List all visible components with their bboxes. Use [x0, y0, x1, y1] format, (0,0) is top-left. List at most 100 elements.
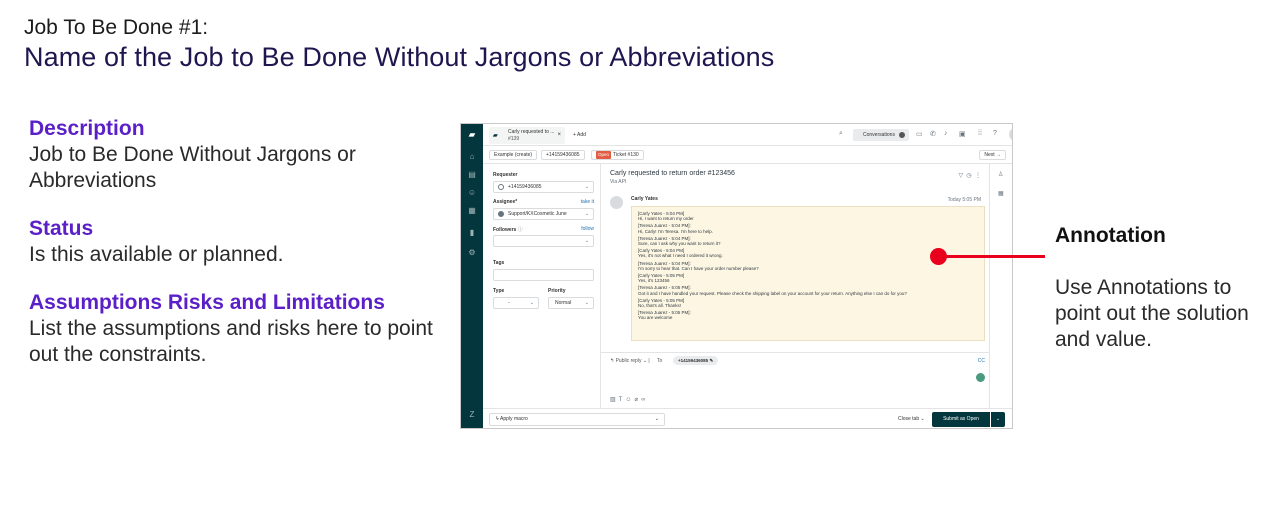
ticket-subject: Carly requested to return order #123456: [610, 170, 735, 177]
crumb-ticket[interactable]: Open Ticket #130: [591, 150, 644, 160]
chevron-down-icon: ⌄: [584, 184, 589, 190]
requester-field[interactable]: +14159436085 ⌄: [493, 181, 594, 193]
reply-mode-dropdown[interactable]: ↰ Public reply ⌄ |: [610, 358, 650, 364]
message-bubble: [Carly Yates - 5:04 PM] Hi, I want to ret…: [631, 206, 985, 341]
type-value: -: [508, 300, 510, 306]
crumb-phone[interactable]: +14159436085: [541, 150, 585, 160]
left-column: Description Job to Be Done Without Jargo…: [29, 116, 439, 390]
conversations-button[interactable]: Conversations: [853, 129, 909, 141]
app-logo-icon: ▰: [468, 130, 476, 139]
requester-value: +14159436085: [508, 184, 542, 190]
description-body: Job to Be Done Without Jargons or Abbrev…: [29, 143, 356, 192]
chat-icon[interactable]: ▭: [916, 130, 923, 138]
format-icon[interactable]: ▨: [610, 397, 619, 403]
settings-icon[interactable]: ⚙: [467, 248, 477, 258]
tags-field[interactable]: [493, 269, 594, 281]
grammarly-icon[interactable]: [976, 373, 985, 382]
type-label: Type: [493, 288, 505, 294]
reporting-icon[interactable]: ▮: [467, 228, 477, 238]
submit-button[interactable]: Submit as Open: [932, 412, 990, 427]
notification-icon[interactable]: ♪: [944, 130, 948, 137]
message-author: Carly Yates: [631, 196, 658, 202]
search-icon[interactable]: ⌕: [839, 130, 843, 138]
message-text: Hi, I want to return my order: [638, 216, 694, 222]
customers-icon[interactable]: ☺: [467, 188, 477, 198]
status-heading: Status: [29, 217, 94, 240]
views-icon[interactable]: ▤: [467, 170, 477, 180]
submit-options-button[interactable]: ⌄: [991, 412, 1005, 427]
top-bar: ▰ Carly requested to ... #139 × + Add ⌕ …: [483, 124, 1012, 146]
annotation-title: Annotation: [1055, 224, 1166, 247]
crumb-example[interactable]: Example (create): [489, 150, 538, 160]
assumptions-heading: Assumptions Risks and Limitations: [29, 291, 385, 314]
apply-macro-dropdown[interactable]: ϟ Apply macro ⌄: [489, 413, 665, 426]
type-field[interactable]: - ⌄: [493, 297, 539, 309]
assignee-label: Assignee*: [493, 199, 518, 205]
followers-label-text: Followers: [493, 227, 517, 233]
requester-label: Requester: [493, 172, 518, 178]
reply-mode-label: Public reply: [615, 358, 642, 364]
marketplace-icon[interactable]: ▣: [959, 130, 966, 138]
followers-label: Followers ⓘ: [493, 226, 523, 233]
status-badge: Open: [596, 151, 612, 159]
priority-value: Normal: [555, 300, 572, 306]
chevron-down-icon: ⌄: [584, 238, 589, 244]
cc-link[interactable]: CC: [978, 358, 985, 364]
close-tab-label: Close tab: [898, 416, 920, 422]
annotation-body: Use Annotations to point out the solutio…: [1055, 276, 1249, 351]
tab-ticket-icon: ▰: [493, 133, 498, 139]
home-icon[interactable]: ⌂: [467, 152, 477, 162]
composer-toolbar: ▨T☺⌀∞: [610, 396, 648, 403]
take-it-link[interactable]: take it: [581, 199, 594, 205]
product-logo-icon: Z: [469, 410, 475, 419]
user-profile-icon[interactable]: ♙: [998, 171, 1003, 178]
bottom-bar: ϟ Apply macro ⌄ Close tab ⌄ Submit as Ope…: [483, 408, 1012, 428]
conversations-label: Conversations: [863, 132, 895, 138]
ticket-channel: Via API: [610, 179, 627, 185]
nav-rail: ▰ ⌂ ▤ ☺ ▦ ▮ ⚙ Z: [461, 124, 483, 428]
chevron-down-icon: ⌄: [529, 300, 534, 306]
recipient-chip[interactable]: +14159436085 ✎: [673, 356, 719, 365]
chevron-down-icon: ⌄: [654, 416, 659, 422]
message-text: No, that's all. Thanks!: [638, 303, 682, 309]
conversation-actions[interactable]: ▽ ◷ ⋮: [958, 172, 981, 179]
breadcrumb: Example (create) +14159436085 Open Ticket…: [483, 146, 1012, 164]
followers-field[interactable]: ⌄: [493, 235, 594, 247]
message-text: Yes, it's not what I need I ordered it w…: [638, 253, 723, 259]
next-button[interactable]: Next →: [979, 150, 1006, 160]
assignee-icon: [498, 211, 504, 217]
phone-icon[interactable]: ✆: [930, 130, 936, 138]
user-avatar[interactable]: [1009, 128, 1012, 141]
macro-icon: ϟ: [496, 416, 499, 422]
more-icon[interactable]: ⋮: [975, 173, 981, 179]
link-icon[interactable]: ∞: [641, 397, 648, 403]
message-text: Hi, Carly! I'm Teresa. I'm here to help.: [638, 228, 713, 234]
follow-link[interactable]: follow: [581, 226, 594, 232]
assignee-field[interactable]: Support/KXCosmetic June ⌄: [493, 208, 594, 220]
organizations-icon[interactable]: ▦: [467, 206, 477, 216]
close-tab-dropdown[interactable]: Close tab ⌄: [898, 416, 925, 422]
tab-subtitle: #139: [508, 136, 520, 142]
author-avatar: [610, 196, 623, 209]
assignee-value: Support/KXCosmetic June: [508, 211, 567, 217]
add-tab-button[interactable]: + Add: [573, 132, 586, 138]
history-icon[interactable]: ◷: [966, 173, 971, 179]
slide-title: Name of the Job to Be Done Without Jargo…: [24, 42, 775, 72]
message-text: Got it and I have handled your request. …: [638, 290, 907, 296]
app-screenshot: ▰ ⌂ ▤ ☺ ▦ ▮ ⚙ Z ▰ Carly requested to ...…: [460, 123, 1013, 429]
reply-composer: ↰ Public reply ⌄ | To +14159436085 ✎ CC …: [601, 352, 989, 408]
priority-field[interactable]: Normal ⌄: [548, 297, 594, 309]
help-icon[interactable]: ?: [993, 130, 997, 137]
tab-close-icon[interactable]: ×: [557, 132, 561, 138]
filter-icon[interactable]: ▽: [958, 173, 963, 179]
message-text: Sure, can I ask why you want to return i…: [638, 241, 721, 247]
apps-grid-icon[interactable]: ⁞⁞: [978, 130, 982, 137]
message-text: I'm sorry to hear that. Can I have your …: [638, 265, 759, 271]
to-label: To: [657, 358, 663, 364]
priority-label: Priority: [548, 288, 566, 294]
apps-icon[interactable]: ▦: [998, 190, 1004, 197]
slide-label: Job To Be Done #1:: [24, 16, 209, 39]
edit-icon[interactable]: ✎: [709, 358, 713, 363]
ticket-tab[interactable]: ▰ Carly requested to ... #139 ×: [489, 127, 565, 144]
annotation-line: [944, 255, 1045, 258]
